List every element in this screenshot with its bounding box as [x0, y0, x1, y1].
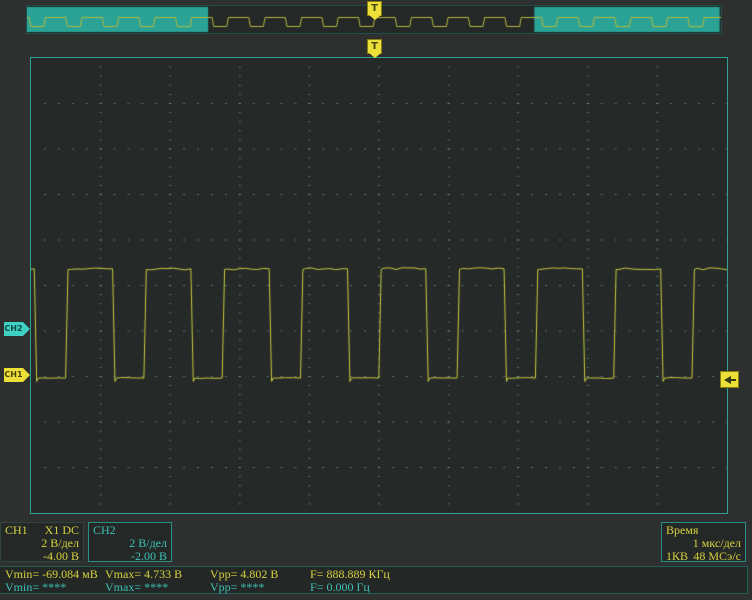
- scope-display[interactable]: [30, 57, 728, 514]
- ch1-settings-panel[interactable]: CH1 X1 DC 2 В/дел -4.00 В: [0, 522, 84, 563]
- ch2-vmin: Vmin= ****: [5, 580, 67, 594]
- measurements-row-ch2: Vmin= **** Vmax= **** Vpp= **** F= 0.000…: [5, 581, 747, 594]
- ch2-vpp: Vpp= ****: [210, 580, 265, 594]
- ch1-freq: F= 888.889 КГц: [310, 567, 390, 581]
- ch2-freq: F= 0.000 Гц: [310, 580, 370, 594]
- trigger-flag-label: T: [371, 3, 378, 14]
- trigger-position-flag-main[interactable]: T: [367, 39, 382, 58]
- trigger-level-marker[interactable]: [720, 371, 739, 388]
- trigger-position-flag-overview[interactable]: T: [367, 1, 382, 20]
- oscilloscope-app: T T CH2 CH1 CH1 X1 DC 2 В/дел -4.00 В CH…: [0, 0, 752, 600]
- trigger-flag-label: T: [371, 41, 378, 52]
- left-arrow-icon: [723, 375, 731, 384]
- ch1-offset: -4.00 В: [43, 549, 79, 563]
- ch2-marker-label: CH2: [4, 324, 23, 333]
- ch2-position-marker[interactable]: CH2: [4, 322, 30, 336]
- ch1-position-marker[interactable]: CH1: [4, 368, 30, 382]
- arrow-tail: [730, 378, 736, 381]
- memory-depth: 1КВ: [666, 549, 689, 563]
- ch2-offset: -2.00 В: [131, 549, 167, 563]
- sample-rate: 48 МСэ/с: [693, 549, 741, 563]
- timebase-panel[interactable]: Время 1 мкс/дел 1КВ 48 МСэ/с: [661, 522, 746, 563]
- waveform-canvas: [31, 58, 727, 513]
- ch2-settings-panel[interactable]: CH2 2 В/дел -2.00 В: [88, 522, 172, 563]
- measurements-bar: Vmin= -69.084 мВ Vmax= 4.733 В Vpp= 4.80…: [0, 566, 748, 594]
- ch1-marker-label: CH1: [4, 370, 23, 379]
- ch1-title: CH1: [5, 523, 28, 537]
- ch2-vmax: Vmax= ****: [105, 580, 169, 594]
- ch2-title: CH2: [93, 523, 116, 537]
